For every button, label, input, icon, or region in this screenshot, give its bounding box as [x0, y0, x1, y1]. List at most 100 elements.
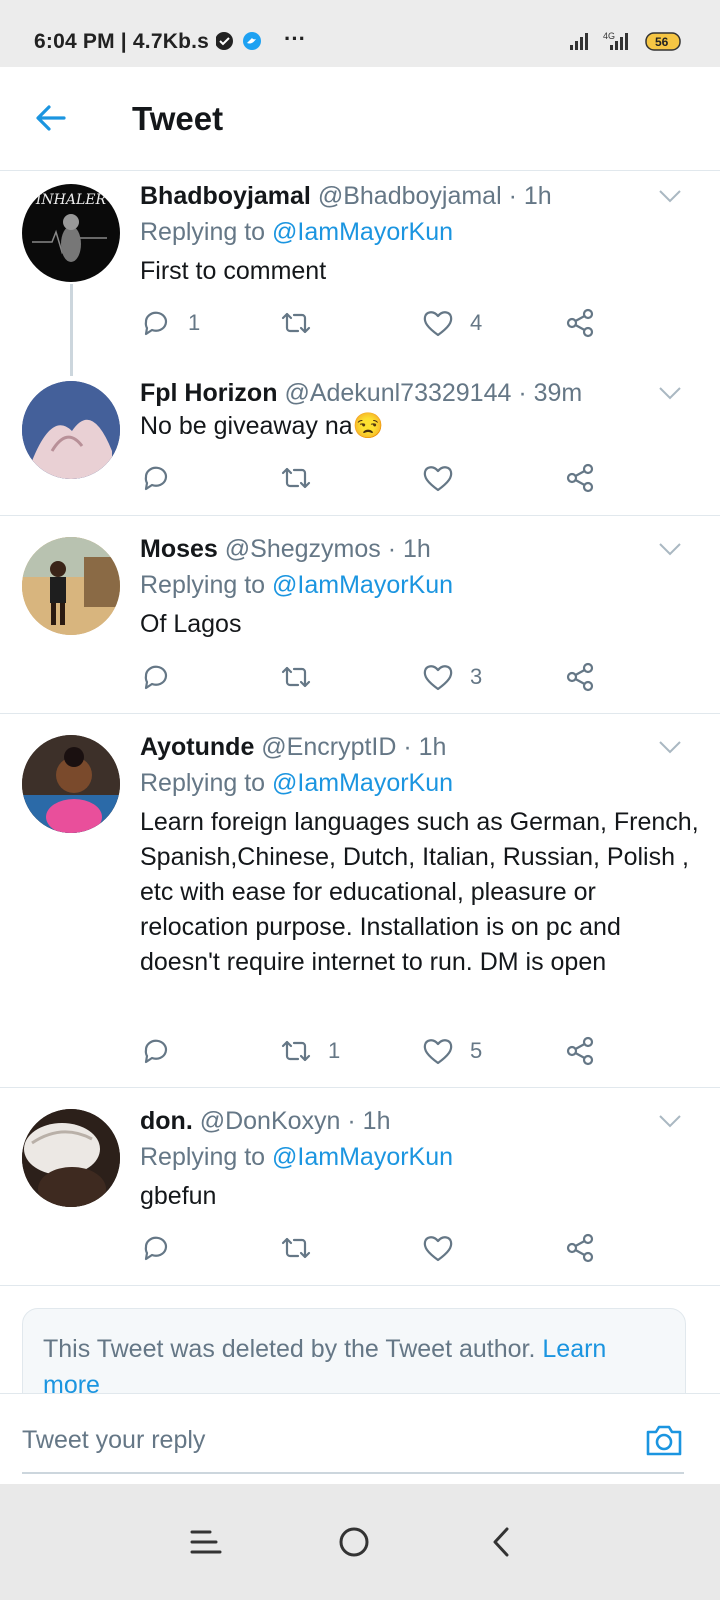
- tweet-header: Fpl Horizon @Adekunl73329144 · 39m: [140, 379, 583, 407]
- retweet-icon: [281, 1237, 311, 1259]
- timestamp: 1h: [402, 535, 431, 563]
- reply-icon: [144, 311, 168, 336]
- display-name[interactable]: Moses: [140, 535, 218, 563]
- username: @Shegzymos: [224, 535, 381, 563]
- replying-to: Replying to @IamMayorKun: [140, 218, 454, 246]
- tweet-actions: 3: [140, 660, 610, 694]
- reply-icon: [144, 665, 168, 690]
- retweet-button[interactable]: [280, 1231, 328, 1265]
- share-button[interactable]: [564, 306, 596, 340]
- like-count: 5: [470, 1038, 483, 1063]
- svg-text:INHALER: INHALER: [35, 192, 107, 208]
- retweet-icon: [281, 312, 311, 334]
- display-name[interactable]: Ayotunde: [140, 733, 254, 761]
- svg-text:···: ···: [284, 30, 306, 51]
- avatar[interactable]: [22, 735, 120, 833]
- share-icon: [566, 1036, 594, 1066]
- home-icon[interactable]: [336, 1524, 372, 1560]
- top-bar: Tweet: [0, 67, 720, 171]
- retweet-icon: [281, 467, 311, 489]
- heart-icon: [423, 311, 453, 337]
- menu-icon[interactable]: [188, 1524, 224, 1560]
- timestamp: 1h: [418, 733, 447, 761]
- divider: [0, 1285, 720, 1286]
- chevron-down-icon[interactable]: [658, 188, 682, 204]
- back-arrow-icon[interactable]: [34, 101, 68, 135]
- retweet-button[interactable]: [280, 306, 328, 340]
- chevron-down-icon[interactable]: [658, 385, 682, 401]
- mention-link[interactable]: @IamMayorKun: [272, 1143, 453, 1171]
- reply-icon: [144, 466, 168, 491]
- chevron-down-icon[interactable]: [658, 1113, 682, 1129]
- avatar[interactable]: [22, 537, 120, 635]
- username: @EncryptID: [261, 733, 397, 761]
- timestamp: 1h: [362, 1107, 391, 1135]
- avatar[interactable]: [22, 1109, 120, 1207]
- heart-icon: [423, 1236, 453, 1262]
- replying-to: Replying to @IamMayorKun: [140, 1143, 454, 1171]
- reply-icon: [144, 1236, 168, 1261]
- share-button[interactable]: [564, 461, 596, 495]
- status-notification-icons: ···: [216, 30, 306, 51]
- reply-button[interactable]: [140, 461, 188, 495]
- display-name[interactable]: don.: [140, 1107, 193, 1135]
- share-button[interactable]: [564, 660, 596, 694]
- share-button[interactable]: [564, 1231, 596, 1265]
- status-system-icons: 4G 56: [570, 31, 681, 51]
- chevron-down-icon[interactable]: [658, 541, 682, 557]
- status-time: 6:04 PM | 4.7Kb.s: [34, 30, 210, 53]
- tweet-text: gbefun: [140, 1182, 217, 1210]
- status-bar: 6:04 PM | 4.7Kb.s ··· 4G 56: [0, 0, 720, 67]
- heart-icon: [423, 665, 453, 691]
- divider: [0, 1087, 720, 1088]
- tweet-actions: 1 5: [140, 1034, 610, 1068]
- reply-composer[interactable]: Tweet your reply: [0, 1393, 720, 1485]
- mention-link[interactable]: @IamMayorKun: [272, 218, 453, 246]
- share-icon: [566, 1233, 594, 1263]
- replying-to: Replying to @IamMayorKun: [140, 571, 454, 599]
- retweet-button[interactable]: 1: [280, 1034, 340, 1068]
- reply-input[interactable]: Tweet your reply: [22, 1426, 205, 1455]
- like-count: 3: [470, 664, 483, 689]
- reply-button[interactable]: [140, 1231, 188, 1265]
- divider: [0, 713, 720, 714]
- retweet-button[interactable]: [280, 461, 328, 495]
- display-name[interactable]: Fpl Horizon: [140, 379, 277, 407]
- mention-link[interactable]: @IamMayorKun: [272, 571, 453, 599]
- username: @DonKoxyn: [199, 1107, 341, 1135]
- back-icon[interactable]: [484, 1524, 520, 1560]
- username: @Adekunl73329144: [284, 379, 512, 407]
- tweet-text: Of Lagos: [140, 610, 242, 638]
- username: @Bhadboyjamal: [317, 182, 502, 210]
- chevron-down-icon[interactable]: [658, 739, 682, 755]
- retweet-button[interactable]: [280, 660, 328, 694]
- tweet-text: First to comment: [140, 257, 327, 285]
- tweet-text: Learn foreign languages such as German, …: [140, 808, 699, 976]
- tweet-actions: [140, 1231, 610, 1265]
- share-icon: [566, 463, 594, 493]
- tweet-header: don. @DonKoxyn · 1h: [140, 1107, 391, 1135]
- like-button[interactable]: 4: [422, 306, 482, 340]
- like-button[interactable]: [422, 1231, 470, 1265]
- svg-text:4G: 4G: [603, 31, 615, 41]
- tweet-header: Moses @Shegzymos · 1h: [140, 535, 431, 563]
- reply-count: 1: [188, 310, 201, 335]
- avatar[interactable]: INHALER: [22, 184, 120, 282]
- reply-button[interactable]: [140, 1034, 188, 1068]
- heart-icon: [423, 1039, 453, 1065]
- like-button[interactable]: 5: [422, 1034, 482, 1068]
- timestamp: 39m: [533, 379, 583, 407]
- mention-link[interactable]: @IamMayorKun: [272, 769, 453, 797]
- reply-button[interactable]: 1: [140, 306, 200, 340]
- like-button[interactable]: [422, 461, 470, 495]
- system-navigation-bar: [0, 1484, 720, 1600]
- avatar[interactable]: [22, 381, 120, 479]
- like-button[interactable]: 3: [422, 660, 482, 694]
- share-button[interactable]: [564, 1034, 596, 1068]
- reply-button[interactable]: [140, 660, 188, 694]
- display-name[interactable]: Bhadboyjamal: [140, 182, 311, 210]
- divider: [0, 515, 720, 516]
- share-icon: [566, 308, 594, 338]
- tweet-actions: 1 4: [140, 306, 610, 340]
- camera-icon[interactable]: [644, 1420, 684, 1460]
